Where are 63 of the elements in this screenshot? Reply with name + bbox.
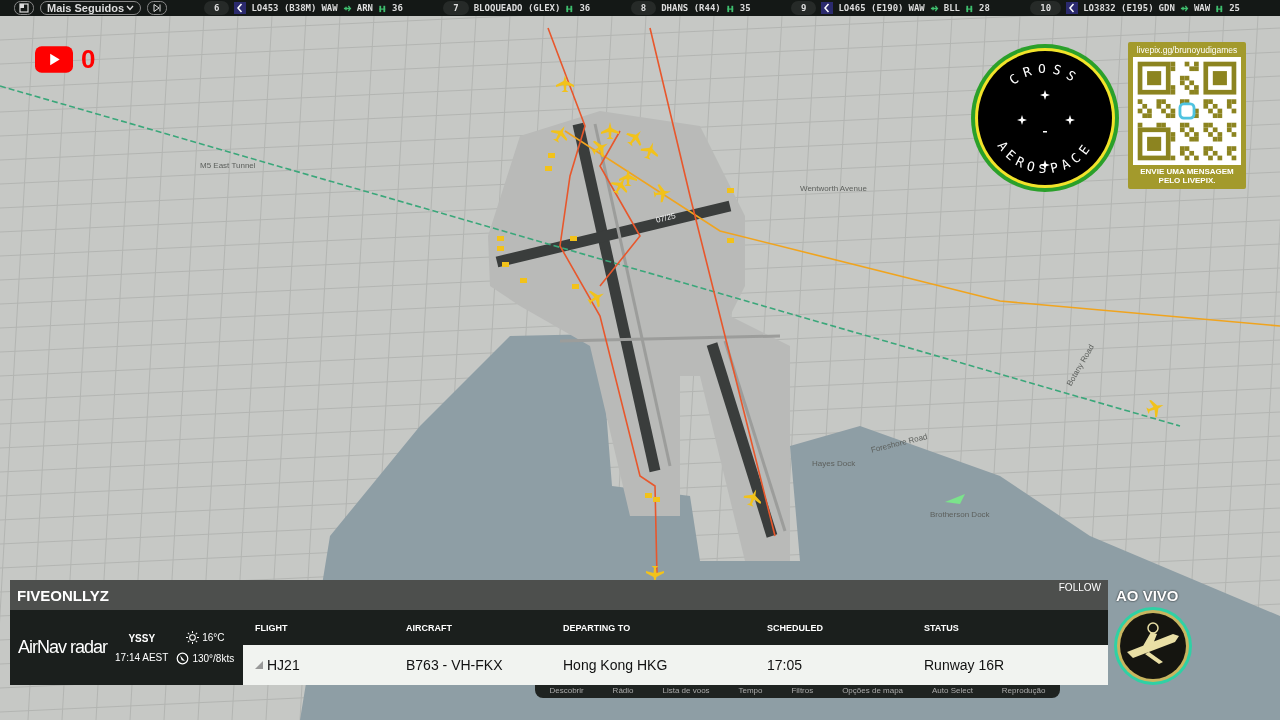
follower-count: 28 xyxy=(979,3,990,13)
menu-item[interactable]: Lista de voos xyxy=(662,685,710,695)
menu-item[interactable]: Rádio xyxy=(612,685,634,695)
origin-code: WAW xyxy=(908,3,925,13)
wind-reading: 130°/8kts xyxy=(192,652,235,664)
menu-item[interactable]: Auto Select xyxy=(932,685,973,695)
column-header: AIRCRAFT xyxy=(406,622,453,633)
follower-count: 35 xyxy=(739,3,751,13)
follower-count: 36 xyxy=(579,3,591,13)
table-cell-text: B763 - VH-FKX xyxy=(406,657,504,673)
video-play-icon xyxy=(35,46,73,73)
menu-item[interactable]: Opções de mapa xyxy=(842,685,904,695)
map-label: 07/25 xyxy=(655,211,677,225)
live-label: AO VIVO xyxy=(1116,587,1179,604)
map-label: Hayes Dock xyxy=(812,459,856,468)
temperature: 16°C xyxy=(202,631,225,643)
table-cell-text: Hong Kong HKG xyxy=(563,657,669,673)
skip-icon[interactable] xyxy=(147,1,168,15)
column-header: DEPARTING TO xyxy=(563,622,632,633)
table-cell-text: Runway 16R xyxy=(924,657,1006,673)
rank-number: 8 xyxy=(630,1,657,15)
sun-icon xyxy=(186,630,200,644)
rank-number: 10 xyxy=(1030,1,1062,15)
menu-item[interactable]: Filtros xyxy=(791,685,814,695)
column-header: SCHEDULED xyxy=(767,622,824,633)
window-icon[interactable] xyxy=(14,1,34,15)
origin-code: GDN xyxy=(1158,3,1175,13)
table-cell-text: 17:05 xyxy=(767,657,804,673)
chevron-down-icon xyxy=(126,5,135,11)
flight-callsign[interactable]: DHANS (R44) xyxy=(661,3,721,13)
flight-callsign[interactable]: LO453 (B38M) xyxy=(251,3,317,13)
map-label: M5 East Tunnel xyxy=(200,161,256,170)
viewer-count: 0 xyxy=(81,44,96,75)
local-time: 17:14 AEST xyxy=(115,651,169,663)
menu-item[interactable]: Tempo xyxy=(738,685,763,695)
triangle-icon xyxy=(255,661,263,669)
column-header: FLIGHT xyxy=(255,622,289,633)
destination-code: WAW xyxy=(1193,3,1211,13)
destination-code: ARN xyxy=(356,3,373,13)
map-label: Foreshore Road xyxy=(870,432,929,455)
user-name: FIVEONLLYZ xyxy=(17,586,109,604)
rank-number: 7 xyxy=(443,1,469,15)
flight-callsign[interactable]: LO465 (E190) xyxy=(838,3,904,13)
menu-item[interactable]: Reprodução xyxy=(1001,685,1046,695)
brand-logo-text: AirNav radar xyxy=(18,637,108,658)
follower-count: 25 xyxy=(1229,3,1240,13)
column-header: STATUS xyxy=(924,622,960,633)
flight-callsign[interactable]: BLOQUEADO (GLEX) xyxy=(473,3,561,13)
wind-direction-icon xyxy=(176,651,190,665)
vessel-icon xyxy=(945,494,965,504)
follow-link[interactable]: FOLLOW xyxy=(1058,582,1101,593)
airport-code: YSSY xyxy=(128,632,156,644)
map-label: Wentworth Avenue xyxy=(800,184,867,193)
rank-number: 6 xyxy=(204,1,230,15)
map-label: Brotherson Dock xyxy=(930,510,990,519)
follower-count: 36 xyxy=(392,3,403,13)
origin-code: WAW xyxy=(321,3,338,13)
rank-number: 9 xyxy=(791,1,817,15)
donation-caption: ENVIE UMA MENSAGEM PELO LIVEPIX. xyxy=(1139,167,1235,185)
flight-callsign[interactable]: LO3832 (E195) xyxy=(1083,3,1154,13)
table-cell-text: HJ21 xyxy=(267,657,301,673)
menu-item[interactable]: Descobrir xyxy=(549,685,584,695)
destination-code: BLL xyxy=(943,3,960,13)
